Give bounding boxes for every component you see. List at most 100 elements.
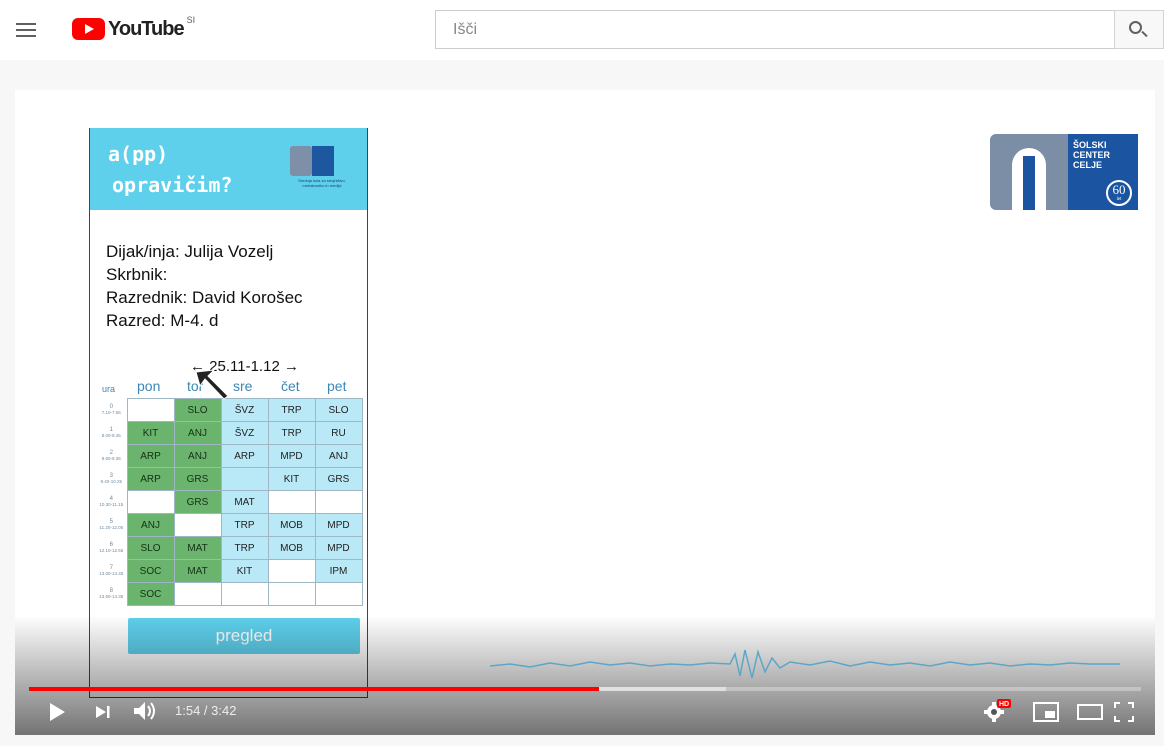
day-header-pet: pet xyxy=(327,378,347,394)
timetable-cell xyxy=(314,582,363,606)
timetable-cell: ARP xyxy=(126,467,175,491)
logo-text: YouTube xyxy=(108,17,185,40)
class-teacher: Razrednik: David Korošec xyxy=(106,288,303,307)
period-label: 6 12.10-12.55 xyxy=(99,542,124,553)
period-label: 2 8.50-9.35 xyxy=(101,450,121,461)
masthead: YouTube SI xyxy=(0,0,1164,60)
video-player[interactable]: a(pp) opravičim? Srednja šola za strojni… xyxy=(15,90,1155,735)
timetable-row: 5 11.20-12.05 ANJ TRP MOB MPD xyxy=(96,513,363,537)
timetable-cell: ANJ xyxy=(126,513,175,537)
timetable-cell: SLO xyxy=(314,398,363,422)
timetable-row: 4 10.30-11.15 GRS MAT xyxy=(96,490,363,514)
mouse-cursor-icon xyxy=(195,369,229,400)
timetable-cell: MOB xyxy=(267,513,316,537)
timetable-cell: MPD xyxy=(267,444,316,468)
day-header-ura: ura xyxy=(102,384,116,394)
timetable-cell: ANJ xyxy=(173,421,222,445)
school-mini-logo: Srednja šola za strojništvo, mehatroniko… xyxy=(290,146,354,192)
timetable-cell: ANJ xyxy=(314,444,363,468)
timetable-cell xyxy=(126,398,175,422)
school-logo-text: ŠOLSKI CENTER CELJE xyxy=(1073,140,1111,170)
fullscreen-icon[interactable] xyxy=(1114,702,1134,722)
student-name: Dijak/inja: Julija Vozelj xyxy=(106,242,274,261)
period-label: 3 9.40-10.25 xyxy=(100,473,123,484)
timetable-cell: KIT xyxy=(267,467,316,491)
timetable-cell: ARP xyxy=(220,444,269,468)
youtube-logo[interactable]: YouTube SI xyxy=(72,14,195,44)
timetable-cell: MAT xyxy=(173,536,222,560)
timetable-cell xyxy=(267,582,316,606)
app-banner: a(pp) opravičim? Srednja šola za strojni… xyxy=(90,128,367,210)
day-header-cet: čet xyxy=(281,378,300,394)
timetable-cell: GRS xyxy=(173,490,222,514)
theater-icon[interactable] xyxy=(1077,704,1103,720)
youtube-play-logo-icon xyxy=(72,18,105,40)
timetable-cell: MPD xyxy=(314,536,363,560)
timetable-row: 2 8.50-9.35 ARP ANJ ARP MPD ANJ xyxy=(96,444,363,468)
timetable-cell: SOC xyxy=(126,559,175,583)
class-name: Razred: M-4. d xyxy=(106,311,219,330)
timetable-cell xyxy=(220,467,269,491)
period-label: 4 10.30-11.15 xyxy=(99,496,124,507)
timetable-cell: MOB xyxy=(267,536,316,560)
period-label: 8 13.50-14.35 xyxy=(99,588,124,599)
mini-logo-caption: Srednja šola za strojništvo, mehatroniko… xyxy=(298,178,346,188)
time-display: 1:54 / 3:42 xyxy=(175,703,237,718)
timetable-row: 3 9.40-10.25 ARP GRS KIT GRS xyxy=(96,467,363,491)
timetable-cell xyxy=(267,490,316,514)
audio-waveform xyxy=(490,649,1120,679)
timetable-row: 7 13.00-13.45 SOC MAT KIT IPM xyxy=(96,559,363,583)
country-code: SI xyxy=(186,15,196,25)
timetable-cell: SOC xyxy=(126,582,175,606)
miniplayer-icon[interactable] xyxy=(1033,702,1059,722)
day-header-pon: pon xyxy=(137,378,161,394)
timetable-cell: MPD xyxy=(314,513,363,537)
timetable-cell: KIT xyxy=(220,559,269,583)
progress-bar[interactable] xyxy=(29,687,1141,691)
period-label: 1 8.00-8.45 xyxy=(101,427,121,438)
timetable-cell: MAT xyxy=(220,490,269,514)
timetable-cell: SLO xyxy=(173,398,222,422)
timetable-cell: TRP xyxy=(220,513,269,537)
timetable-cell: IPM xyxy=(314,559,363,583)
menu-icon[interactable] xyxy=(14,20,38,40)
gear-icon[interactable]: HD xyxy=(982,698,1012,724)
hd-badge: HD xyxy=(999,701,1009,708)
period-label: 7 13.00-13.45 xyxy=(99,565,124,576)
timetable-row: 0 7.10-7.55 SLO ŠVZ TRP SLO xyxy=(96,398,363,422)
play-icon[interactable] xyxy=(48,702,66,722)
period-label: 5 11.20-12.05 xyxy=(99,519,124,530)
timetable-cell: GRS xyxy=(173,467,222,491)
timetable-cell xyxy=(314,490,363,514)
guardian-name: Skrbnik: xyxy=(106,265,168,284)
timetable-cell xyxy=(173,513,222,537)
timetable-cell: SLO xyxy=(126,536,175,560)
search-input[interactable] xyxy=(436,11,1115,48)
timetable-cell xyxy=(267,559,316,583)
app-title-line1: a(pp) xyxy=(108,142,169,166)
anniversary-badge: 60 let xyxy=(1106,180,1132,206)
search-button[interactable] xyxy=(1114,10,1164,49)
timetable-row: 1 8.00-8.45 KIT ANJ ŠVZ TRP RU xyxy=(96,421,363,445)
timetable-cell: TRP xyxy=(220,536,269,560)
timetable-cell: ARP xyxy=(126,444,175,468)
progress-played xyxy=(29,687,600,691)
timetable-row: 8 13.50-14.35 SOC xyxy=(96,582,363,606)
search-box[interactable] xyxy=(435,10,1115,49)
timetable-cell xyxy=(173,582,222,606)
timetable-cell xyxy=(220,582,269,606)
search-icon xyxy=(1129,21,1142,34)
volume-icon[interactable] xyxy=(133,700,159,722)
timetable-cell: ŠVZ xyxy=(220,421,269,445)
timetable: 0 7.10-7.55 SLO ŠVZ TRP SLO 1 8.00-8.45 KIT ANJ ŠV… xyxy=(96,398,363,606)
timetable-cell: ANJ xyxy=(173,444,222,468)
timetable-cell: MAT xyxy=(173,559,222,583)
timetable-cell: RU xyxy=(314,421,363,445)
period-label: 0 7.10-7.55 xyxy=(101,404,121,415)
timetable-cell: GRS xyxy=(314,467,363,491)
next-icon[interactable] xyxy=(95,704,111,720)
timetable-cell: TRP xyxy=(267,421,316,445)
day-header-sre: sre xyxy=(233,378,253,394)
app-screen: a(pp) opravičim? Srednja šola za strojni… xyxy=(89,128,368,698)
timetable-cell xyxy=(126,490,175,514)
